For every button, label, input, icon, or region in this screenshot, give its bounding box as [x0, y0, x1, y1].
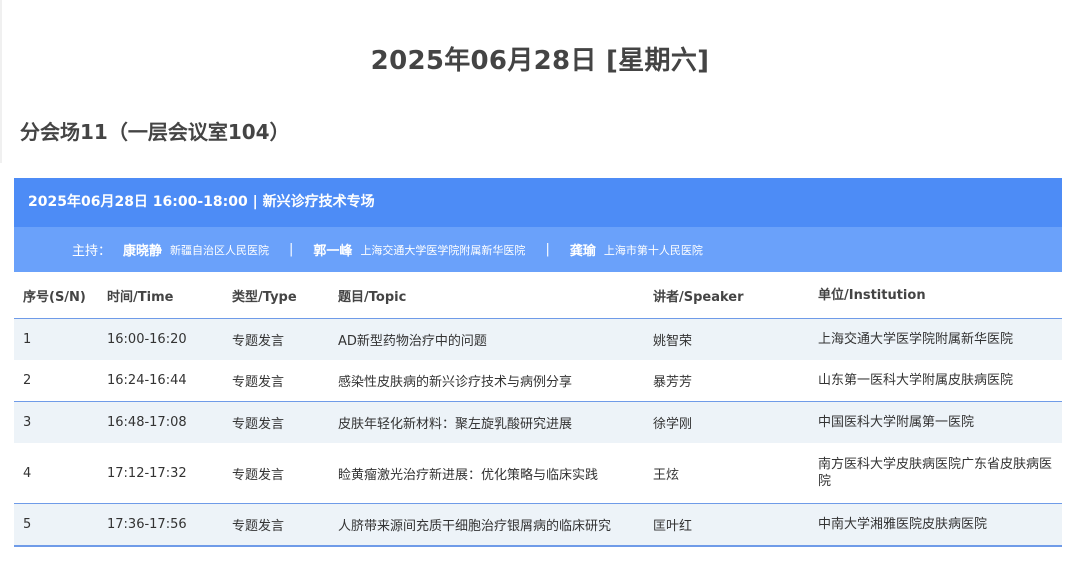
cell-type: 专题发言: [232, 375, 285, 390]
schedule-table: 序号(S/N) 时间/Time 类型/Type 题目/Topic 讲者/Spea…: [14, 272, 1062, 547]
cell-institution: 南方医科大学皮肤病医院广东省皮肤病医院: [818, 457, 1053, 489]
host-bar: 主持： 康晓静 新疆自治区人民医院 | 郭一峰 上海交通大学医学院附属新华医院 …: [14, 227, 1062, 272]
header-time: 时间/Time: [107, 289, 174, 305]
table-row: 1 16:00-16:20 专题发言 AD新型药物治疗中的问题 姚智荣 上海交通…: [14, 318, 1062, 360]
cell-sn: 5: [23, 517, 32, 532]
table-bottom-border: [14, 545, 1062, 547]
cell-sn: 4: [23, 465, 32, 481]
date-title: 2025年06月28日 [星期六]: [370, 46, 710, 76]
cell-institution: 山东第一医科大学附属皮肤病医院: [818, 373, 1014, 388]
cell-time: 17:12-17:32: [107, 465, 187, 481]
host-org: 上海交通大学医学院附属新华医院: [360, 243, 526, 257]
session-title: 2025年06月28日 16:00-18:00 | 新兴诊疗技术专场: [14, 178, 1062, 227]
cell-time: 16:24-16:44: [107, 373, 187, 388]
table-row: 3 16:48-17:08 专题发言 皮肤年轻化新材料：聚左旋乳酸研究进展 徐学…: [14, 401, 1062, 443]
table-row: 2 16:24-16:44 专题发言 感染性皮肤病的新兴诊疗技术与病例分享 暴芳…: [14, 360, 1062, 401]
cell-topic: 皮肤年轻化新材料：聚左旋乳酸研究进展: [338, 417, 573, 432]
header-speaker: 讲者/Speaker: [653, 289, 744, 305]
cell-topic: 感染性皮肤病的新兴诊疗技术与病例分享: [338, 375, 573, 390]
table-row: 5 17:36-17:56 专题发言 人脐带来源间充质干细胞治疗银屑病的临床研究…: [14, 503, 1062, 545]
header-topic: 题目/Topic: [338, 289, 407, 305]
cell-time: 17:36-17:56: [107, 517, 187, 532]
cell-type: 专题发言: [232, 467, 285, 483]
cell-time: 16:48-17:08: [107, 415, 187, 430]
cell-type: 专题发言: [232, 334, 285, 349]
cell-speaker: 王炫: [653, 467, 680, 483]
schedule-header-panel: 2025年06月28日 [星期六] 分会场11（一层会议室104）: [0, 0, 1080, 163]
host-name: 郭一峰: [313, 244, 353, 259]
cell-time: 16:00-16:20: [107, 332, 187, 347]
host-org: 新疆自治区人民医院: [170, 243, 270, 257]
cell-institution: 中国医科大学附属第一医院: [818, 415, 975, 430]
cell-institution: 上海交通大学医学院附属新华医院: [818, 332, 1014, 347]
host-label: 主持：: [72, 244, 112, 259]
host-separator: |: [545, 242, 550, 257]
venue-title: 分会场11（一层会议室104）: [20, 120, 290, 144]
cell-topic: AD新型药物治疗中的问题: [338, 334, 487, 349]
cell-institution: 中南大学湘雅医院皮肤病医院: [818, 517, 988, 532]
header-type: 类型/Type: [232, 289, 297, 305]
table-header-row: 序号(S/N) 时间/Time 类型/Type 题目/Topic 讲者/Spea…: [14, 272, 1062, 318]
table-row: 4 17:12-17:32 专题发言 睑黄瘤激光治疗新进展：优化策略与临床实践 …: [14, 443, 1062, 503]
panel-edge: [0, 0, 2, 163]
header-institution: 单位/Institution: [818, 287, 926, 303]
cell-speaker: 徐学刚: [653, 417, 693, 432]
host-org: 上海市第十人民医院: [603, 243, 703, 257]
cell-type: 专题发言: [232, 417, 285, 432]
host-name: 康晓静: [123, 244, 163, 259]
cell-sn: 2: [23, 373, 32, 388]
cell-topic: 人脐带来源间充质干细胞治疗银屑病的临床研究: [338, 519, 612, 534]
session-block: 2025年06月28日 16:00-18:00 | 新兴诊疗技术专场 主持： 康…: [14, 178, 1062, 547]
cell-topic: 睑黄瘤激光治疗新进展：优化策略与临床实践: [338, 467, 599, 483]
cell-speaker: 暴芳芳: [653, 375, 693, 390]
host-separator: |: [289, 242, 294, 257]
cell-speaker: 匡叶红: [653, 519, 693, 534]
cell-type: 专题发言: [232, 519, 285, 534]
cell-speaker: 姚智荣: [653, 334, 693, 349]
cell-sn: 3: [23, 415, 32, 430]
host-name: 龚瑜: [569, 244, 596, 259]
header-sn: 序号(S/N): [23, 289, 86, 305]
cell-sn: 1: [23, 332, 32, 347]
